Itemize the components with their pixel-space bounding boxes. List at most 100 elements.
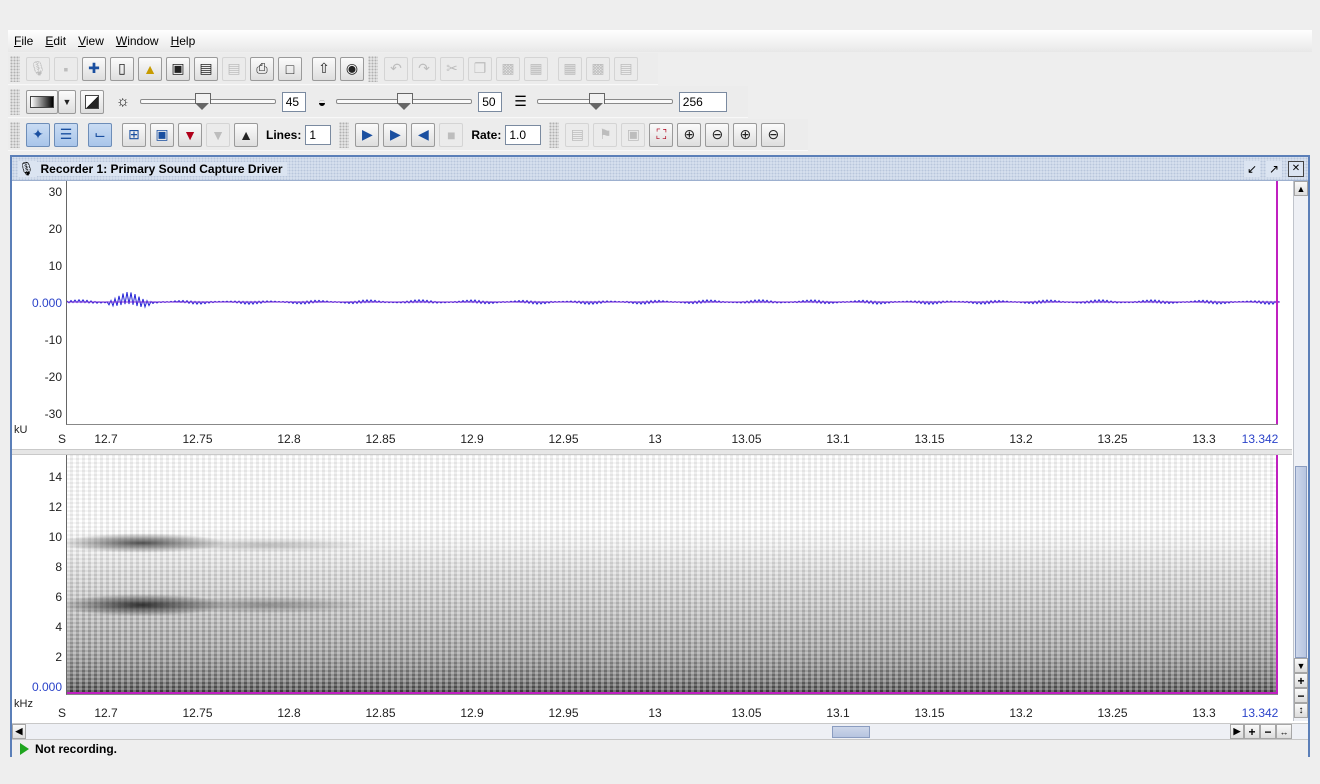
play-reverse-button[interactable]: ◀ [411,122,436,147]
zoom-out-time-button[interactable]: − [1260,724,1276,739]
print-button[interactable]: ⎙ [250,56,274,81]
marker-up-button[interactable]: ▲ [234,122,258,147]
spectrogram-cursor[interactable] [1276,455,1278,694]
minus-icon: − [1264,724,1272,739]
axes-button[interactable]: ⌙ [88,122,112,147]
playhead-cursor[interactable] [1276,181,1278,424]
frequency-cursor[interactable] [67,692,1278,694]
spectrogram-plot[interactable] [66,455,1278,695]
spec-x-tick: 12.85 [365,706,396,720]
view-stack-button[interactable]: ▤ [565,122,590,147]
save-button[interactable]: ▣ [166,56,190,81]
waveform-button[interactable]: ▤ [614,56,638,81]
table-button[interactable]: ⊞ [122,122,146,147]
copy-button[interactable]: ❐ [468,56,492,81]
undo-button[interactable]: ↶ [384,56,408,81]
rate-field[interactable] [505,124,542,145]
paste-button[interactable]: ▩ [496,56,520,81]
scroll-right-button[interactable]: ▶ [1230,724,1244,739]
invert-colors-button[interactable] [80,89,104,114]
toolbar-grip[interactable] [10,55,20,82]
lines-field[interactable] [305,124,332,145]
zoom-in-vertical-button[interactable]: ⊕ [733,122,758,147]
menu-view[interactable]: View [72,34,110,48]
zoom-out-button[interactable]: ⊖ [705,122,730,147]
horizontal-scroll-thumb[interactable] [832,725,870,738]
toolbar-grip[interactable] [10,121,20,148]
brightness-slider[interactable] [139,92,276,112]
cut-button[interactable]: ✂ [440,56,464,81]
fit-time-button[interactable]: ↔ [1276,724,1292,739]
page-icon: □ [285,60,295,77]
zoom-out-vertical-button[interactable]: ⊖ [761,122,786,147]
redo-button[interactable]: ↷ [412,56,436,81]
waveform-view-button[interactable]: ✦ [26,122,50,147]
stop-button[interactable]: ■ [439,122,464,147]
contrast-slider-thumb[interactable] [397,92,414,110]
toolbar-grip[interactable] [10,88,20,115]
zoom-fit-icon: ⛶ [656,126,667,142]
contrast-slider[interactable] [336,92,473,112]
play-button[interactable]: ▶ [355,122,380,147]
toolbar-grip[interactable] [368,55,378,82]
save-as-button[interactable]: ▤ [222,56,246,81]
zoom-selection-button[interactable]: ▣ [621,122,646,147]
marker-down-button[interactable]: ▼ [206,122,230,147]
fft-size-slider[interactable] [536,92,673,112]
page-setup-button[interactable]: □ [278,56,302,81]
scroll-up-button[interactable]: ▲ [1294,181,1308,196]
spectrogram-panel[interactable]: 14 12 10 8 6 4 2 0.000 kHz S 12.7 12.75 12.8 12.85… [12,455,1292,721]
select-all-button[interactable]: ▦ [524,56,548,81]
open-folder-button[interactable]: ▯ [110,56,134,81]
fft-size-field[interactable] [678,91,727,112]
save-all-button[interactable]: ▤ [194,56,218,81]
cut-icon: ✂ [446,60,458,76]
grid-button[interactable]: ▦ [558,56,582,81]
open-file-button[interactable]: ✚ [82,56,106,81]
spec-x-tick: 12.8 [277,706,301,720]
waveform-panel[interactable]: 30 20 10 0.000 -10 -20 -30 kU S 12.7 12.75 12.8 1… [12,181,1292,449]
menu-help[interactable]: Help [165,34,202,48]
brightness-slider-thumb[interactable] [194,92,211,110]
fit-freq-button[interactable]: ↕ [1294,703,1308,718]
view-flag-button[interactable]: ⚑ [593,122,618,147]
wave-y-tick: 20 [48,222,62,236]
play-forward-button[interactable]: ▶ [383,122,408,147]
open-recent-button[interactable]: ▲ [138,56,162,81]
recorder-title-bar[interactable]: 🎙 Recorder 1: Primary Sound Capture Driv… [12,157,1308,181]
selection-table-button[interactable]: ▣ [150,122,174,147]
record-button[interactable]: 🎙 [26,56,50,81]
horizontal-scrollbar[interactable]: ◀ ▶ + − ↔ [12,723,1308,739]
contrast-value-field[interactable] [478,91,503,112]
list-view-button[interactable]: ☰ [54,122,78,147]
zoom-in-time-button[interactable]: + [1244,724,1260,739]
filter-button[interactable]: ▩ [586,56,610,81]
menu-window[interactable]: Window [110,34,165,48]
vertical-scrollbar[interactable]: ▲ ▼ + − ↕ [1293,181,1308,721]
maximize-icon[interactable]: ↗ [1266,160,1282,177]
scroll-down-button[interactable]: ▼ [1294,658,1308,673]
vertical-scroll-thumb[interactable] [1295,466,1307,658]
snapshot-button[interactable]: ◉ [340,56,364,81]
menu-file[interactable]: File [8,34,39,48]
menu-edit[interactable]: Edit [39,34,72,48]
fft-size-slider-thumb[interactable] [589,92,606,110]
scroll-left-button[interactable]: ◀ [12,724,26,739]
toolbar-grip[interactable] [339,121,350,148]
record-all-button[interactable]: ▪ [54,56,78,81]
close-icon[interactable]: ✕ [1288,160,1304,177]
zoom-in-freq-button[interactable]: + [1294,673,1308,688]
waveform-plot[interactable] [66,181,1280,425]
export-button[interactable]: ⇧ [312,56,336,81]
color-scheme-dropdown[interactable]: ▼ [58,89,76,114]
zoom-out-freq-button[interactable]: − [1294,688,1308,703]
marker-button[interactable]: ▼ [178,122,202,147]
minimize-icon[interactable]: ↙ [1244,160,1260,177]
menu-bar: File Edit View Window Help [8,30,1312,52]
brightness-value-field[interactable] [281,91,306,112]
color-scheme-button[interactable] [26,89,58,114]
toolbar-grip[interactable] [549,121,560,148]
record-icon: 🎙 [29,60,47,76]
zoom-fit-button[interactable]: ⛶ [649,122,674,147]
zoom-in-button[interactable]: ⊕ [677,122,702,147]
